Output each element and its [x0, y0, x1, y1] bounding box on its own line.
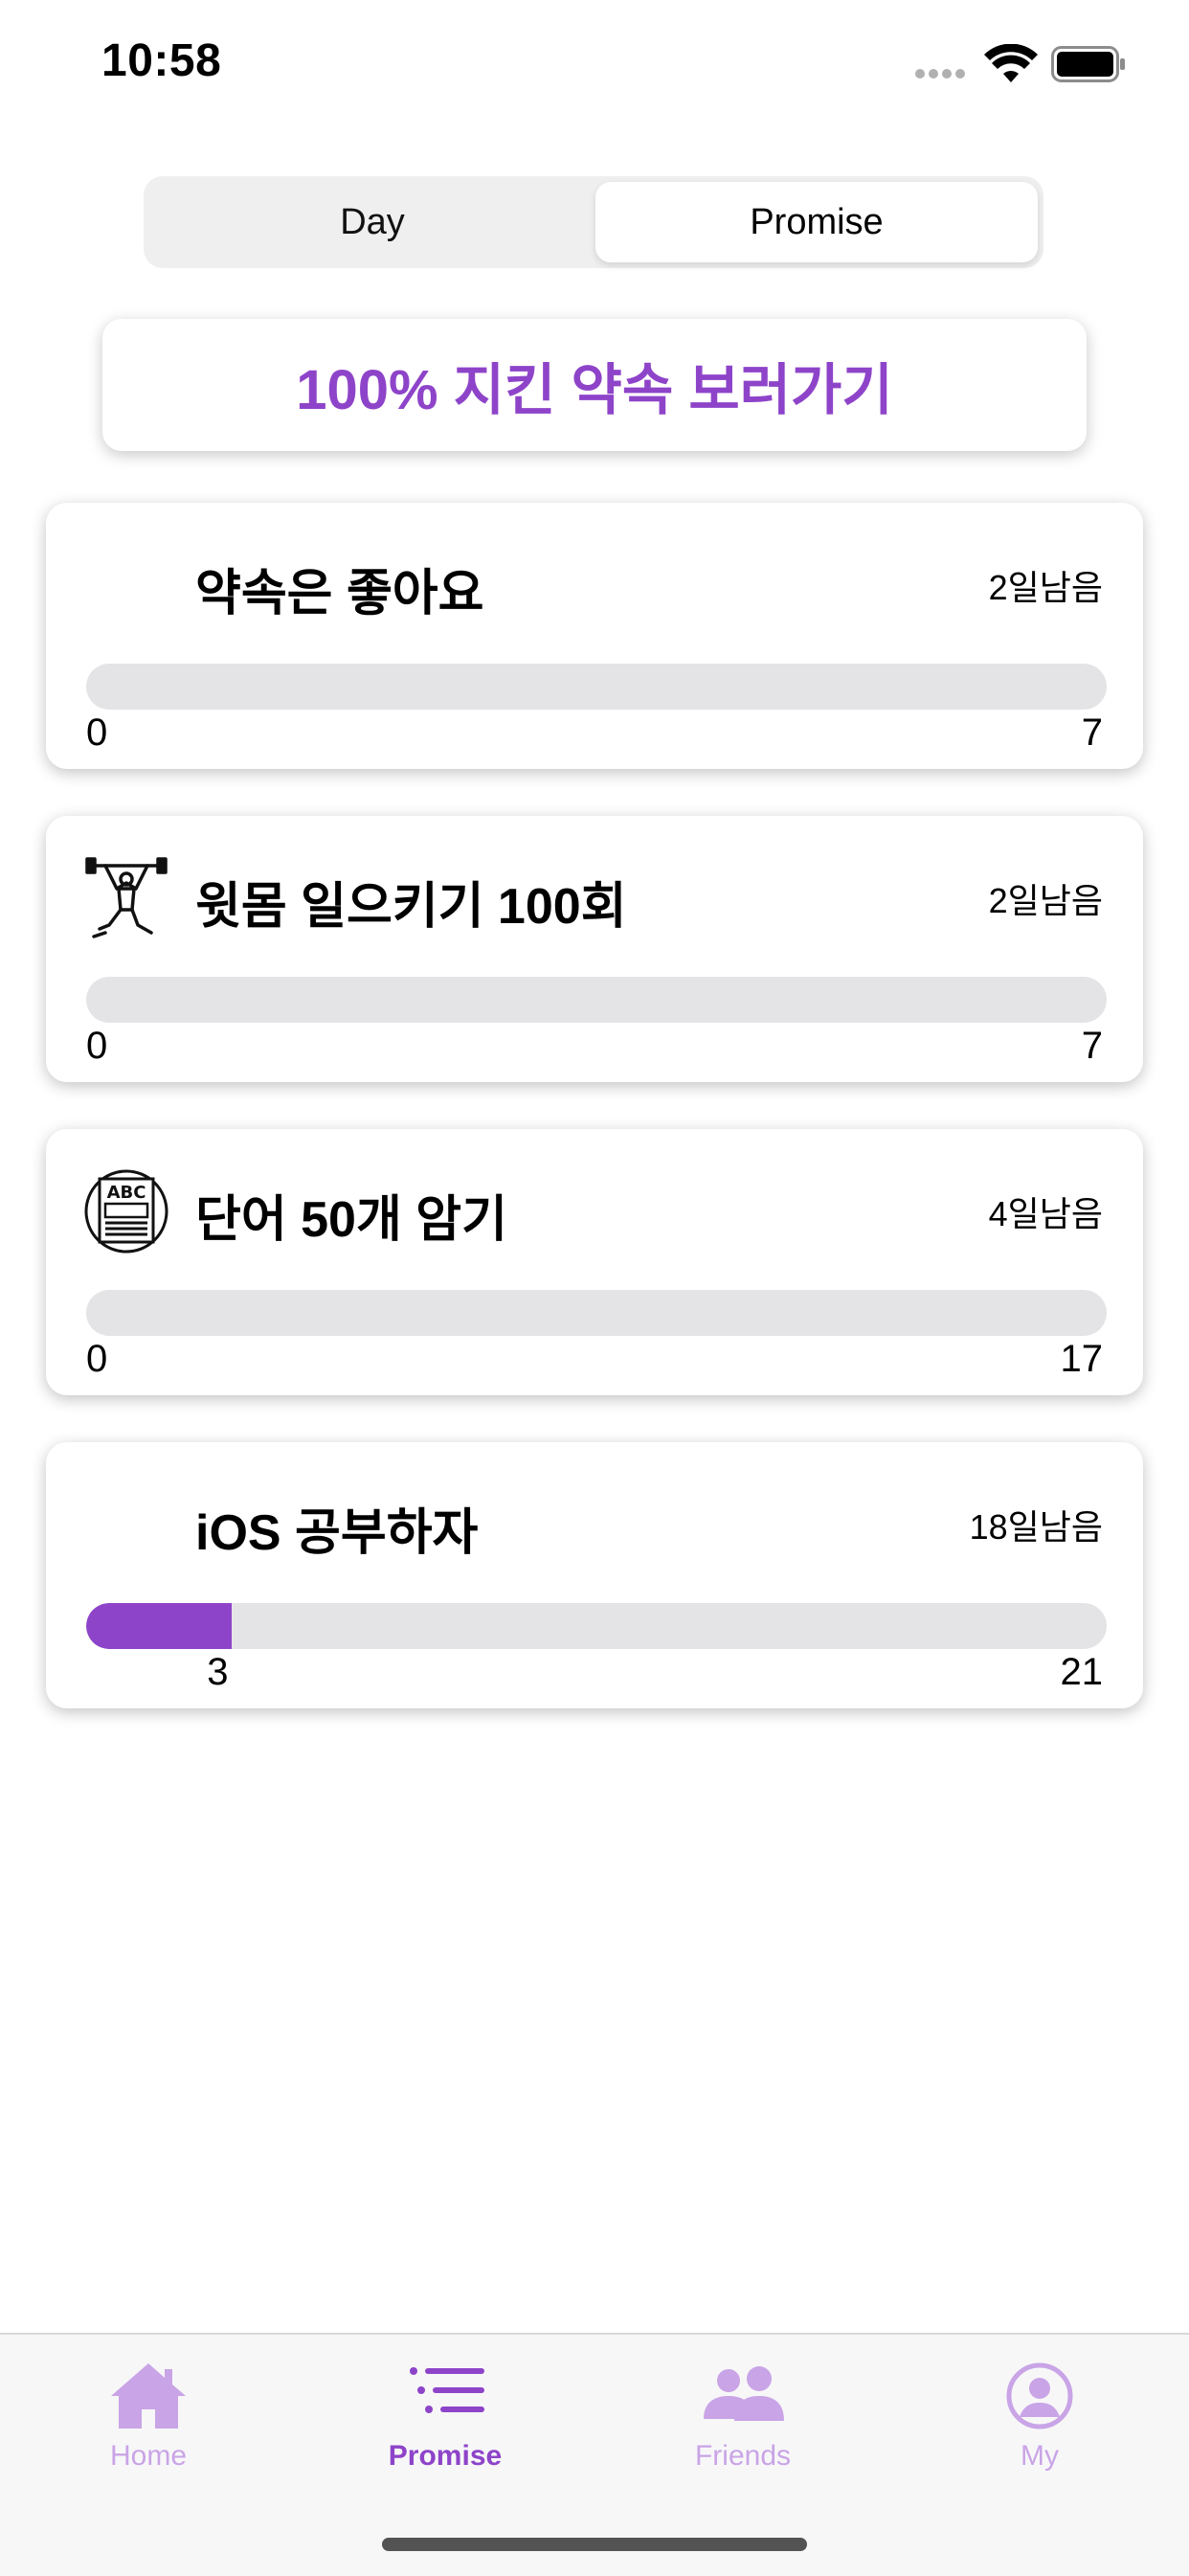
abc-book-icon: ABC — [84, 1169, 168, 1254]
promise-card[interactable]: 약속은 좋아요 2일남음 0 7 — [46, 503, 1143, 769]
progress-min-label: 0 — [86, 712, 108, 754]
view-completed-promises-button[interactable]: 100% 지킨 약속 보러가기 — [102, 319, 1087, 451]
promise-card[interactable]: iOS 공부하자 18일남음 3 21 — [46, 1442, 1143, 1708]
progress-max-label: 21 — [1060, 1651, 1104, 1693]
svg-text:ABC: ABC — [107, 1183, 146, 1203]
cellular-signal-icon — [915, 69, 965, 79]
progress-bar — [86, 664, 1107, 710]
status-time: 10:58 — [101, 35, 222, 86]
promise-card[interactable]: ABC 단어 50개 암기 4일남음 0 17 — [46, 1129, 1143, 1395]
battery-icon — [1051, 46, 1125, 82]
progress-bar — [86, 1290, 1107, 1336]
progress-max-label: 17 — [1060, 1338, 1104, 1380]
wifi-icon — [984, 44, 1038, 82]
progress-min-label: 0 — [86, 1025, 108, 1067]
tab-home[interactable]: Home — [53, 2360, 244, 2473]
tab-label: Friends — [694, 2440, 792, 2472]
list-icon — [410, 2367, 484, 2413]
home-indicator — [382, 2538, 807, 2551]
home-icon — [111, 2363, 186, 2429]
days-remaining: 2일남음 — [988, 881, 1103, 920]
tab-friends[interactable]: Friends — [647, 2360, 839, 2473]
status-bar: 10:58 — [0, 0, 1189, 124]
promise-title: 윗몸 일으키기 100회 — [195, 879, 627, 935]
promise-title: 약속은 좋아요 — [195, 566, 484, 621]
progress-bar — [86, 1603, 1107, 1649]
friends-icon — [704, 2366, 784, 2421]
tab-promise[interactable]: Promise — [349, 2360, 541, 2473]
segment-day[interactable]: Day — [151, 182, 594, 262]
promise-card[interactable]: 윗몸 일으키기 100회 2일남음 0 7 — [46, 816, 1143, 1082]
progress-max-label: 7 — [1081, 1025, 1103, 1067]
tab-label: My — [1021, 2440, 1059, 2472]
days-remaining: 18일남음 — [969, 1507, 1103, 1547]
weightlifter-icon — [85, 857, 168, 938]
promise-title: iOS 공부하자 — [195, 1505, 479, 1561]
days-remaining: 2일남음 — [988, 568, 1103, 607]
days-remaining: 4일남음 — [988, 1194, 1103, 1233]
tab-label: Home — [109, 2440, 188, 2472]
progress-fill — [86, 1603, 233, 1649]
progress-min-label: 0 — [86, 1338, 108, 1380]
progress-max-label: 7 — [1081, 712, 1103, 754]
progress-current-label: 3 — [207, 1651, 229, 1693]
day-promise-segmented-control: Day Promise — [144, 176, 1043, 268]
segment-promise[interactable]: Promise — [595, 182, 1038, 262]
tab-label: Promise — [388, 2440, 503, 2472]
profile-icon — [1006, 2362, 1073, 2429]
promise-title: 단어 50개 암기 — [195, 1192, 507, 1248]
progress-bar — [86, 977, 1107, 1023]
tab-my[interactable]: My — [944, 2360, 1135, 2473]
